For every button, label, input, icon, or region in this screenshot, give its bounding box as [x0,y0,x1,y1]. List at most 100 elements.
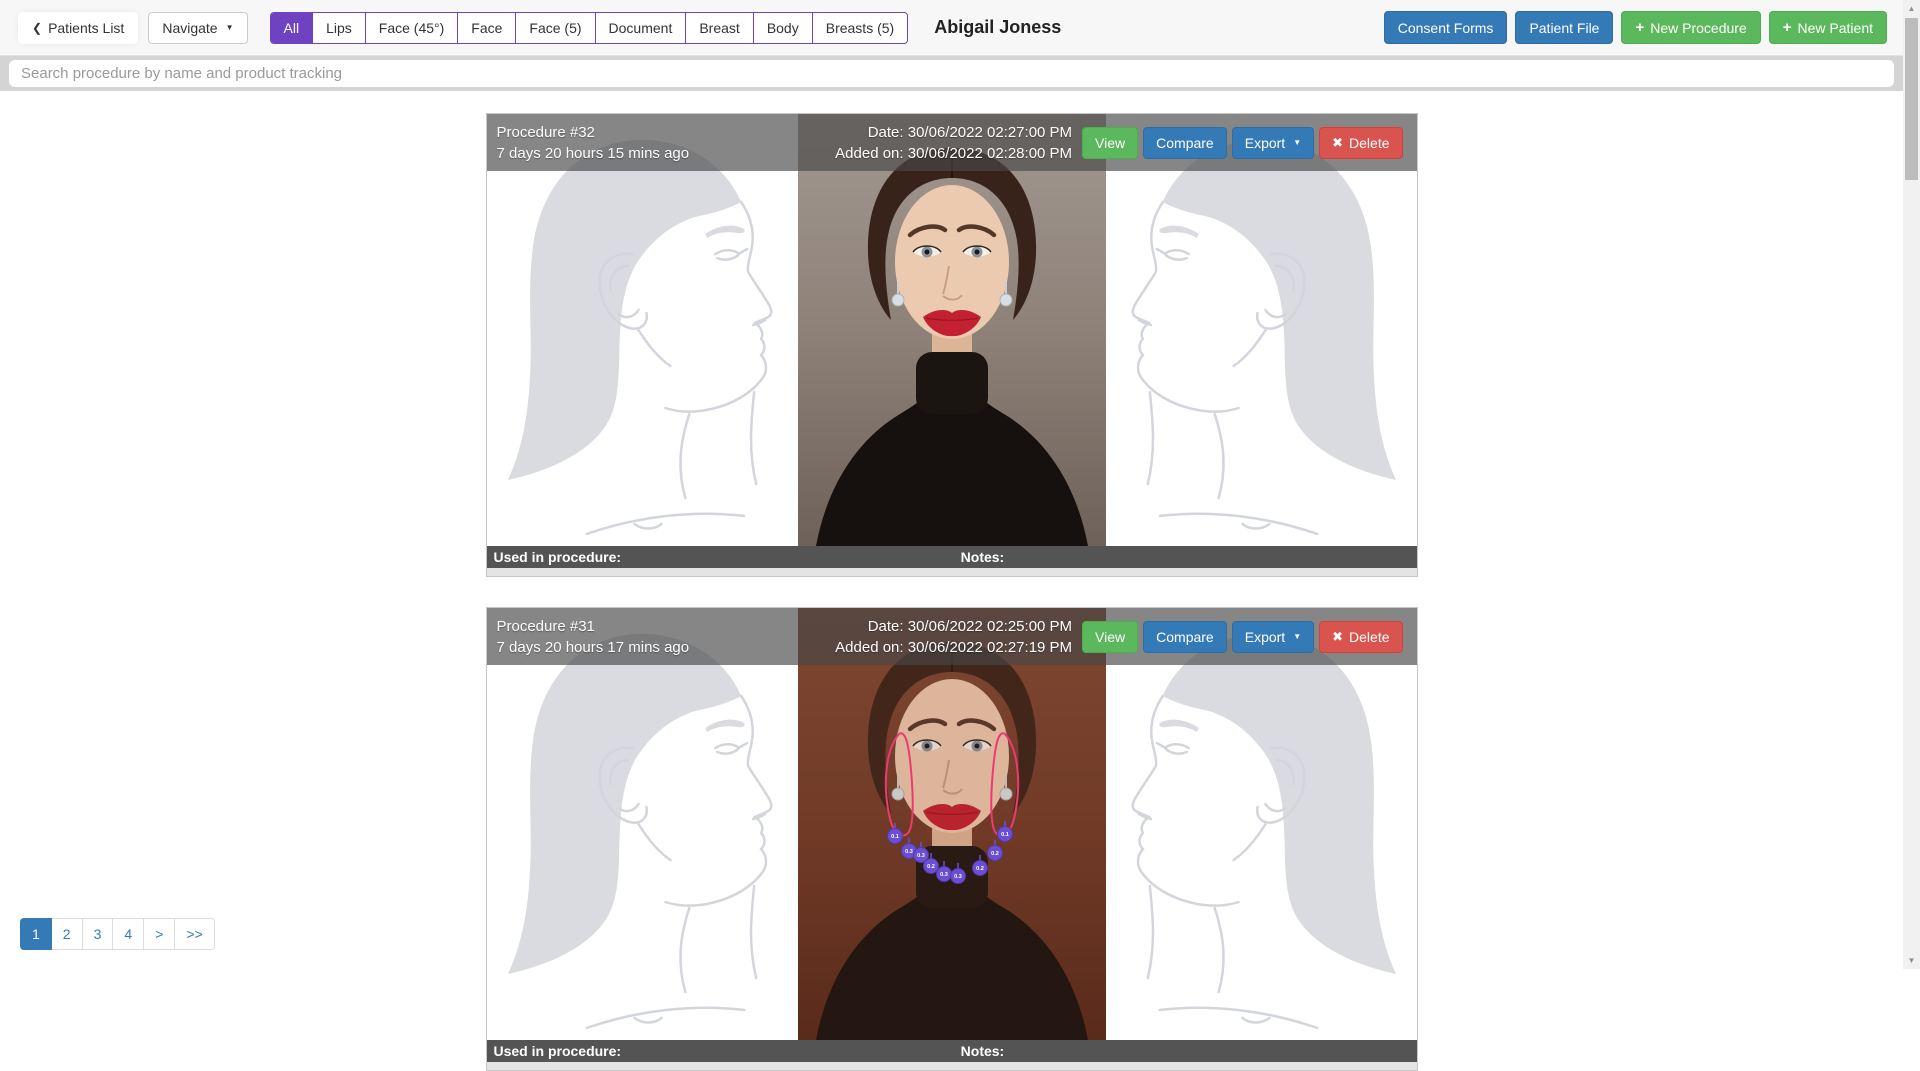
compare-label: Compare [1156,135,1214,151]
procedure-card-31: Procedure #31 7 days 20 hours 17 mins ag… [486,607,1418,1071]
tab-all[interactable]: All [271,13,313,43]
tab-body[interactable]: Body [753,13,812,43]
procedure-date: Date: 30/06/2022 02:27:00 PM [835,124,1072,141]
tab-breast[interactable]: Breast [685,13,752,43]
scroll-down-arrow-icon[interactable]: ▼ [1903,952,1920,969]
scrollbar-thumb[interactable] [1905,18,1918,180]
procedure-list: Procedure #32 7 days 20 hours 15 mins ag… [0,91,1903,1071]
procedure-card-header: Procedure #32 7 days 20 hours 15 mins ag… [487,114,1417,171]
chevron-down-icon: ▼ [1293,632,1301,641]
added-on-value: 30/06/2022 02:28:00 PM [908,145,1072,162]
view-label: View [1095,135,1125,151]
silhouette-placeholder-left [487,608,798,1040]
patients-list-button[interactable]: ❮ Patients List [18,12,138,44]
procedure-added-on: Added on: 30/06/2022 02:28:00 PM [835,145,1072,162]
page-last[interactable]: >> [175,918,214,950]
chevron-down-icon: ▼ [1293,138,1301,147]
procedure-title: Procedure #32 [497,124,690,141]
patient-file-button[interactable]: Patient File [1515,11,1613,44]
vertical-scrollbar: ▲ ▼ [1903,0,1920,969]
app-page: ❮ Patients List Navigate ▼ All Lips Face… [0,0,1903,969]
new-patient-label: New Patient [1798,20,1873,36]
svg-text:0.2: 0.2 [976,866,984,872]
silhouette-placeholder-right [1106,608,1417,1040]
page-3[interactable]: 3 [83,918,114,950]
export-dropdown-button[interactable]: Export ▼ [1232,621,1314,653]
search-row [0,56,1903,91]
procedure-photo[interactable] [798,114,1106,546]
procedure-photo-annotated[interactable]: 0.10.30.30.20.30.30.20.20.1 [798,608,1106,1040]
procedure-date: Date: 30/06/2022 02:25:00 PM [835,618,1072,635]
tab-face[interactable]: Face [457,13,515,43]
procedure-images [487,114,1417,546]
chevron-down-icon: ▼ [226,23,234,32]
added-on-label: Added on: [835,145,903,162]
added-on-label: Added on: [835,639,903,656]
svg-text:0.1: 0.1 [891,834,899,840]
delete-label: Delete [1349,629,1389,645]
tab-document[interactable]: Document [595,13,686,43]
navbar-actions: Consent Forms Patient File + New Procedu… [1384,11,1887,44]
export-label: Export [1245,629,1285,645]
svg-text:0.3: 0.3 [954,874,962,880]
procedure-images: 0.10.30.30.20.30.30.20.20.1 [487,608,1417,1040]
navigate-label: Navigate [162,20,217,36]
new-patient-button[interactable]: + New Patient [1769,11,1887,44]
delete-button[interactable]: ✖ Delete [1319,621,1402,653]
procedure-added-on: Added on: 30/06/2022 02:27:19 PM [835,639,1072,656]
view-label: View [1095,629,1125,645]
page-4[interactable]: 4 [113,918,144,950]
tab-breasts-5[interactable]: Breasts (5) [812,13,907,43]
svg-text:0.2: 0.2 [927,864,935,870]
consent-forms-label: Consent Forms [1398,20,1494,36]
svg-text:0.1: 0.1 [1001,832,1009,838]
compare-button[interactable]: Compare [1143,621,1227,653]
delete-button[interactable]: ✖ Delete [1319,127,1402,159]
notes-label: Notes: [961,1043,1005,1059]
scroll-up-arrow-icon[interactable]: ▲ [1903,0,1920,17]
pagination: 1 2 3 4 > >> [20,918,215,950]
silhouette-placeholder-left [487,114,798,546]
card-action-buttons: View Compare Export ▼ ✖ Delete [1082,127,1402,159]
top-navbar: ❮ Patients List Navigate ▼ All Lips Face… [0,0,1903,56]
svg-text:0.2: 0.2 [991,851,999,857]
date-value: 30/06/2022 02:27:00 PM [908,124,1072,141]
export-dropdown-button[interactable]: Export ▼ [1232,127,1314,159]
tab-lips[interactable]: Lips [312,13,365,43]
page-2[interactable]: 2 [52,918,83,950]
notes-label: Notes: [961,549,1005,565]
procedure-age: 7 days 20 hours 17 mins ago [497,639,690,656]
export-label: Export [1245,135,1285,151]
page-1[interactable]: 1 [20,918,52,950]
added-on-value: 30/06/2022 02:27:19 PM [908,639,1072,656]
delete-x-icon: ✖ [1332,135,1343,151]
patients-list-label: Patients List [48,20,124,36]
delete-label: Delete [1349,135,1389,151]
procedure-info-bar: Used in procedure: Notes: [487,1040,1417,1062]
compare-label: Compare [1156,629,1214,645]
navigate-dropdown[interactable]: Navigate ▼ [148,12,247,44]
view-button[interactable]: View [1082,621,1138,653]
silhouette-placeholder-right [1106,114,1417,546]
page-next[interactable]: > [144,918,175,950]
consent-forms-button[interactable]: Consent Forms [1384,11,1508,44]
patient-file-label: Patient File [1529,20,1599,36]
view-button[interactable]: View [1082,127,1138,159]
procedure-card-32: Procedure #32 7 days 20 hours 15 mins ag… [486,113,1418,577]
delete-x-icon: ✖ [1332,629,1343,645]
back-chevron-icon: ❮ [32,21,42,35]
svg-text:0.3: 0.3 [905,849,913,855]
compare-button[interactable]: Compare [1143,127,1227,159]
card-bottom-strip [487,568,1417,576]
search-input[interactable] [9,60,1894,87]
procedure-title: Procedure #31 [497,618,690,635]
procedure-info-bar: Used in procedure: Notes: [487,546,1417,568]
procedure-age: 7 days 20 hours 15 mins ago [497,145,690,162]
tab-face-5[interactable]: Face (5) [515,13,594,43]
new-procedure-button[interactable]: + New Procedure [1621,11,1760,44]
tab-face-45[interactable]: Face (45°) [365,13,458,43]
filter-tabs: All Lips Face (45°) Face Face (5) Docume… [270,12,909,44]
procedure-card-header: Procedure #31 7 days 20 hours 17 mins ag… [487,608,1417,665]
used-in-procedure-label: Used in procedure: [494,549,961,565]
svg-text:0.3: 0.3 [940,872,948,878]
